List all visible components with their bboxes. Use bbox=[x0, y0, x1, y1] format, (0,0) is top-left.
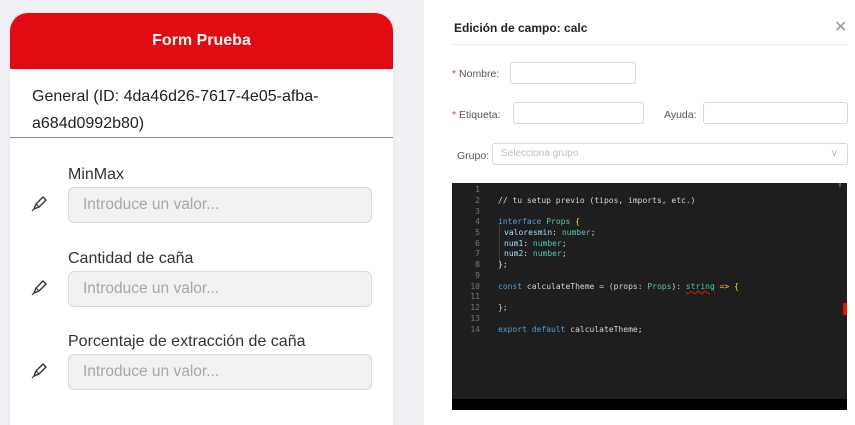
code-line: 12 }; bbox=[470, 303, 508, 312]
divider bbox=[452, 44, 848, 45]
code-line: 1 bbox=[475, 185, 480, 194]
pencil-icon[interactable] bbox=[30, 277, 50, 297]
field-label: Porcentaje de extracción de caña bbox=[68, 333, 306, 350]
pencil-icon[interactable] bbox=[30, 193, 50, 213]
grupo-label: Grupo: bbox=[457, 150, 490, 162]
grupo-select[interactable]: Selecciona grupo ∨ bbox=[492, 143, 848, 165]
modal-title: Edición de campo: calc bbox=[454, 21, 588, 35]
pencil-icon[interactable] bbox=[30, 360, 50, 380]
field-input[interactable]: Introduce un valor... bbox=[68, 187, 372, 223]
code-text: }; bbox=[498, 303, 508, 312]
etiqueta-label: * Etiqueta: bbox=[452, 109, 501, 121]
section-title: General (ID: 4da46d26-7617-4e05-afba-a68… bbox=[10, 69, 393, 138]
code-line: 5 valoresmin: number; bbox=[475, 228, 596, 237]
code-text: valoresmin: number; bbox=[504, 228, 596, 237]
code-comment: // tu setup previo (tipos, imports, etc.… bbox=[498, 196, 696, 205]
horizontal-scrollbar[interactable] bbox=[452, 399, 847, 410]
code-text: export default calculateTheme; bbox=[498, 325, 643, 334]
code-editor[interactable]: 1 2 // tu setup previo (tipos, imports, … bbox=[452, 183, 847, 410]
error-marker bbox=[843, 303, 847, 315]
field-label: MinMax bbox=[68, 166, 125, 183]
grupo-placeholder: Selecciona grupo bbox=[501, 148, 579, 159]
nombre-label: * Nombre: bbox=[452, 68, 500, 80]
code-line: 8 }; bbox=[475, 260, 508, 269]
close-icon[interactable]: ✕ bbox=[834, 17, 847, 37]
ayuda-label: Ayuda: bbox=[664, 109, 697, 121]
etiqueta-input[interactable] bbox=[513, 102, 644, 124]
form-panel: Form Prueba General (ID: 4da46d26-7617-4… bbox=[10, 13, 393, 425]
code-line: 4 interface Props { bbox=[475, 217, 580, 226]
field-input[interactable]: Introduce un valor... bbox=[68, 354, 372, 390]
form-header: Form Prueba bbox=[10, 13, 393, 69]
code-text: num1: number; bbox=[504, 239, 567, 248]
code-line: 9 bbox=[475, 271, 480, 280]
field-input[interactable]: Introduce un valor... bbox=[68, 271, 372, 307]
field-label: Cantidad de caña bbox=[68, 250, 194, 267]
code-text: interface Props { bbox=[498, 217, 580, 226]
code-line: 13 bbox=[470, 314, 480, 323]
code-line: 7 num2: number; bbox=[475, 249, 567, 258]
ayuda-input[interactable] bbox=[703, 102, 848, 124]
code-line: 2 // tu setup previo (tipos, imports, et… bbox=[475, 196, 696, 205]
form-title: Form Prueba bbox=[152, 32, 251, 49]
code-line: 14 export default calculateTheme; bbox=[470, 325, 643, 334]
code-text: const calculateTheme = (props: Props): s… bbox=[498, 282, 739, 291]
code-text: num2: number; bbox=[504, 249, 567, 258]
nombre-input[interactable] bbox=[510, 62, 636, 84]
code-line: 11 bbox=[470, 292, 480, 301]
code-text: }; bbox=[498, 260, 508, 269]
chevron-down-icon: ∨ bbox=[830, 148, 838, 159]
